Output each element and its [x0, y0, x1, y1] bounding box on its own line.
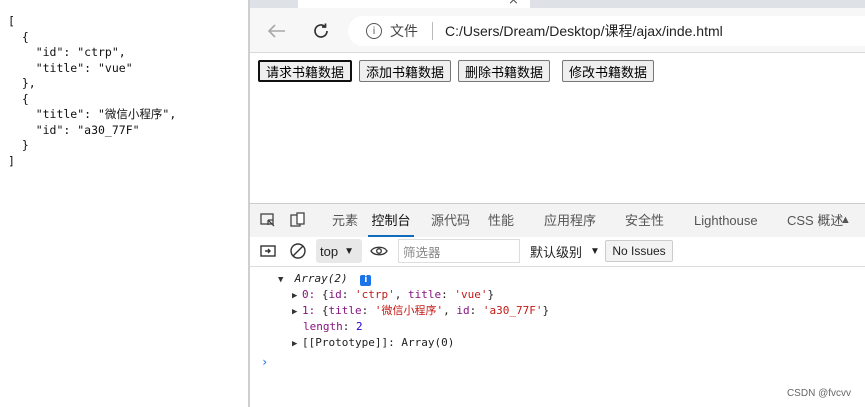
show-sidebar-icon[interactable]	[259, 242, 277, 260]
length-value: 2	[356, 320, 363, 333]
refresh-button[interactable]	[307, 17, 335, 45]
json-output-panel: [ { "id": "ctrp", "title": "vue" }, { "t…	[0, 0, 248, 407]
filter-input[interactable]: 筛选器	[398, 239, 520, 263]
tab-elements[interactable]: 元素	[332, 204, 358, 237]
inspect-element-icon[interactable]	[259, 211, 277, 229]
console-toolbar: top ▼ 筛选器 默认级别 ▼ No Issues	[250, 237, 865, 267]
back-button[interactable]	[263, 17, 291, 45]
prompt-chevron-icon: ›	[261, 355, 269, 369]
chevron-down-icon: ▼	[344, 245, 354, 257]
array-item-1[interactable]: ▶ 1: {title: '微信小程序', id: 'a30_77F'}	[292, 303, 549, 319]
experiment-icon: ▲	[840, 214, 851, 226]
info-badge-icon: i	[360, 275, 372, 286]
tab-security[interactable]: 安全性	[625, 204, 664, 237]
arrow-left-icon	[268, 24, 285, 38]
tab-sources[interactable]: 源代码	[431, 204, 470, 237]
item-index: 0	[302, 288, 309, 301]
array-log-entry[interactable]: ▼ Array(2) i	[278, 271, 372, 288]
array-label: Array(2)	[294, 272, 348, 285]
live-expression-eye-icon[interactable]	[370, 242, 388, 260]
update-book-button[interactable]: 修改书籍数据	[562, 60, 655, 82]
active-tab[interactable]	[298, 0, 530, 8]
tab-strip: ×	[250, 0, 865, 8]
console-prompt[interactable]: ›	[261, 354, 268, 370]
collapsed-triangle-icon[interactable]: ▶	[292, 304, 302, 320]
browser-window: × i 文件 C:/Users/Dream/Desktop/课程/ajax/in…	[250, 0, 865, 407]
item0-id: ctrp	[361, 288, 389, 301]
chevron-down-icon: ▼	[590, 245, 600, 257]
file-protocol-label: 文件	[390, 23, 418, 39]
tab-lighthouse[interactable]: Lighthouse	[694, 204, 758, 237]
url-text[interactable]: C:/Users/Dream/Desktop/课程/ajax/inde.html	[445, 21, 723, 41]
context-value: top	[320, 243, 339, 259]
length-key: length	[303, 320, 343, 333]
close-tab-icon[interactable]: ×	[508, 0, 519, 8]
collapsed-triangle-icon[interactable]: ▶	[292, 336, 302, 352]
issues-button[interactable]: No Issues	[605, 240, 673, 262]
tab-performance[interactable]: 性能	[488, 204, 514, 237]
array-length: length: 2	[303, 320, 363, 333]
item-index: 1	[302, 304, 309, 317]
array-prototype[interactable]: ▶ [[Prototype]]: Array(0)	[292, 335, 454, 351]
delete-book-button[interactable]: 删除书籍数据	[458, 60, 551, 82]
tab-application[interactable]: 应用程序	[544, 204, 596, 237]
address-separator	[432, 22, 433, 40]
array-item-0[interactable]: ▶ 0: {id: 'ctrp', title: 'vue'}	[292, 287, 494, 303]
browser-toolbar: i 文件 C:/Users/Dream/Desktop/课程/ajax/inde…	[250, 8, 865, 53]
watermark: CSDN @fvcvv	[786, 388, 851, 399]
log-level-label: 默认级别	[530, 244, 583, 260]
log-level-dropdown[interactable]: 默认级别 ▼	[530, 239, 600, 263]
prototype-text: [[Prototype]]: Array(0)	[302, 336, 455, 349]
item1-id: a30_77F	[489, 304, 536, 317]
context-selector[interactable]: top ▼	[316, 239, 362, 263]
console-output: ▼ Array(2) i ▶ 0: {id: 'ctrp', title: 'vu…	[250, 267, 865, 407]
add-book-button[interactable]: 添加书籍数据	[359, 60, 452, 82]
expanded-triangle-icon[interactable]: ▼	[278, 272, 288, 288]
clear-console-icon[interactable]	[289, 242, 307, 260]
item0-title: vue	[461, 288, 481, 301]
refresh-icon	[314, 23, 328, 38]
item1-title: 微信小程序	[381, 304, 437, 317]
collapsed-triangle-icon[interactable]: ▶	[292, 288, 302, 304]
request-books-button[interactable]: 请求书籍数据	[258, 60, 353, 82]
page-content: 请求书籍数据 添加书籍数据 删除书籍数据 修改书籍数据	[250, 53, 865, 203]
info-icon[interactable]: i	[366, 23, 382, 39]
tab-console[interactable]: 控制台	[368, 204, 414, 237]
devtools-tab-bar: 元素 控制台 源代码 性能 应用程序 安全性 Lighthouse CSS 概述…	[250, 203, 865, 238]
device-toolbar-icon[interactable]	[289, 211, 307, 229]
address-bar[interactable]: i 文件 C:/Users/Dream/Desktop/课程/ajax/inde…	[348, 16, 865, 46]
tab-css-overview[interactable]: CSS 概述	[787, 204, 843, 237]
json-text: [ { "id": "ctrp", "title": "vue" }, { "t…	[8, 14, 177, 168]
